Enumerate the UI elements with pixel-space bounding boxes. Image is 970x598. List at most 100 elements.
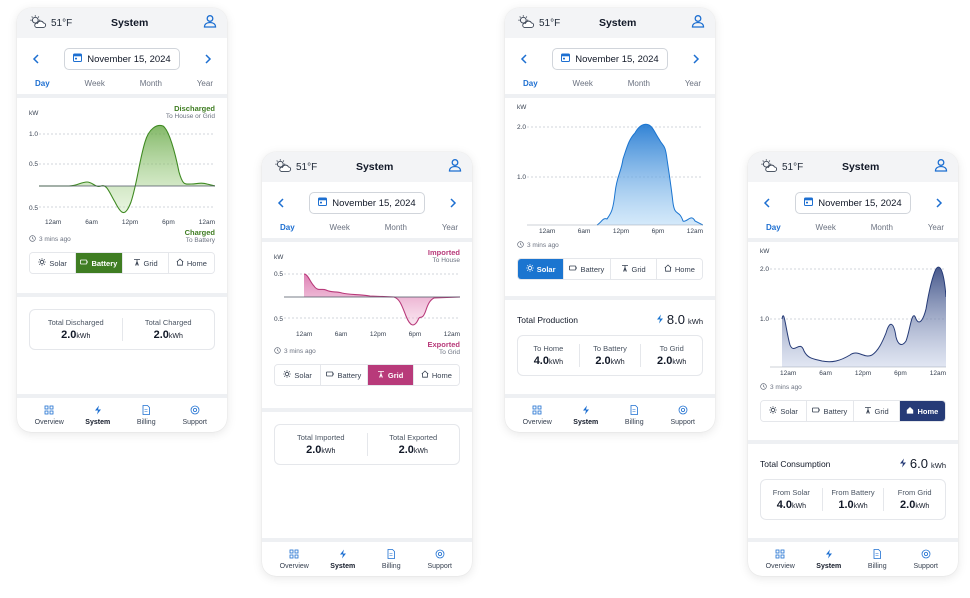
segment-battery[interactable]: Battery [564,259,611,279]
nav-billing[interactable]: Billing [614,404,654,426]
tab-week[interactable]: Week [85,79,105,88]
nav-support[interactable]: Support [906,549,946,570]
cell-unit: kWh [853,503,868,510]
y-tick: 0.5 [274,271,283,278]
nav-billing[interactable]: Billing [126,404,166,426]
weather: 51°F [29,14,72,33]
tab-day[interactable]: Day [766,223,781,232]
segment-home[interactable]: Home [168,253,214,273]
nav-support[interactable]: Support [663,405,703,426]
cell-label: Total Discharged [47,318,104,327]
tab-month[interactable]: Month [628,79,650,88]
tab-month[interactable]: Month [140,79,162,88]
tab-week[interactable]: Week [816,223,836,232]
summary-value: 8.0 [666,312,685,327]
x-tick: 12pm [369,331,387,338]
nav-overview[interactable]: Overview [517,405,557,426]
segment-battery[interactable]: Battery [807,401,854,421]
prev-date-button[interactable] [274,196,288,210]
segment-grid[interactable]: Grid [610,259,657,279]
prev-date-button[interactable] [517,52,531,66]
segment-label: Solar [294,370,312,380]
nav-label: Support [182,418,208,426]
battery-icon [569,264,578,274]
calendar-icon [318,197,328,209]
tab-year[interactable]: Year [928,223,944,232]
tab-year[interactable]: Year [442,223,458,232]
user-icon[interactable] [691,14,705,33]
totals-card: Total Imported 2.0kWh Total Exported 2.0… [274,424,460,465]
segment-solar[interactable]: Solar [275,365,322,385]
summary-total: 6.0 kWh [899,456,946,471]
nav-system[interactable]: System [566,405,606,426]
date-picker[interactable]: November 15, 2024 [795,192,911,214]
legend-main: Discharged [174,104,215,113]
production-section: Total Production 8.0 kWh To Home 4.0kWh T… [505,296,715,388]
chevron-right-icon [450,198,457,208]
document-icon [629,404,639,417]
nav-overview[interactable]: Overview [274,549,314,570]
prev-date-button[interactable] [760,196,774,210]
nav-support[interactable]: Support [175,405,215,426]
nav-overview[interactable]: Overview [29,405,69,426]
nav-system[interactable]: System [809,549,849,570]
next-date-button[interactable] [932,196,946,210]
segment-solar[interactable]: Solar [518,259,565,279]
nav-billing[interactable]: Billing [371,548,411,570]
segment-grid[interactable]: Grid [122,253,169,273]
period-tabs: Day Week Month Year [748,214,958,238]
nav-overview[interactable]: Overview [760,549,800,570]
date-picker[interactable]: November 15, 2024 [309,192,425,214]
segment-home[interactable]: Home [413,365,459,385]
tab-day[interactable]: Day [280,223,295,232]
date-picker[interactable]: November 15, 2024 [64,48,180,70]
nav-system[interactable]: System [78,405,118,426]
nav-label: System [85,418,111,426]
chart-section: kW Imported To House 0.5 0.5 12am 6am 12… [262,238,472,386]
top-bar: 51°F System [505,8,715,38]
tab-day[interactable]: Day [35,79,50,88]
clock-icon [760,383,767,392]
chevron-left-icon [277,198,284,208]
y-axis-unit: kW [274,254,284,261]
nav-billing[interactable]: Billing [857,548,897,570]
next-date-button[interactable] [446,196,460,210]
chevron-right-icon [205,54,212,64]
user-icon[interactable] [203,14,217,33]
tab-week[interactable]: Week [573,79,593,88]
y-tick: 2.0 [517,124,526,131]
tab-month[interactable]: Month [871,223,893,232]
tab-year[interactable]: Year [197,79,213,88]
legend-imported: Imported To House [428,248,460,264]
last-updated: 3 mins ago [274,347,316,356]
temperature: 51°F [539,17,561,29]
next-date-button[interactable] [689,52,703,66]
cell-value: 2.0 [61,329,77,341]
segment-solar[interactable]: Solar [761,401,808,421]
segment-grid[interactable]: Grid [853,401,900,421]
phone-grid-view: 51°F System November 15, 2024 Day Week M… [262,152,472,576]
next-date-button[interactable] [201,52,215,66]
nav-label: Overview [279,562,309,570]
tab-week[interactable]: Week [330,223,350,232]
prev-date-button[interactable] [29,52,43,66]
tab-year[interactable]: Year [685,79,701,88]
date-picker[interactable]: November 15, 2024 [552,48,668,70]
period-tabs: Day Week Month Year [505,70,715,94]
segment-home[interactable]: Home [899,401,945,421]
segment-battery[interactable]: Battery [321,365,368,385]
home-chart: 2.0 1.0 [760,266,946,368]
cell-unit: kWh [168,333,183,340]
nav-system[interactable]: System [323,549,363,570]
segment-grid[interactable]: Grid [367,365,414,385]
cell-label: To Home [533,344,564,353]
segment-solar[interactable]: Solar [30,253,77,273]
nav-support[interactable]: Support [420,549,460,570]
user-icon[interactable] [448,158,462,177]
segment-home[interactable]: Home [656,259,702,279]
tab-month[interactable]: Month [385,223,407,232]
user-icon[interactable] [934,158,948,177]
segment-battery[interactable]: Battery [76,253,123,273]
chart-section: kW 2.0 1.0 12am 6am 12pm 6pm 12am 3 mins… [505,94,715,280]
tab-day[interactable]: Day [523,79,538,88]
